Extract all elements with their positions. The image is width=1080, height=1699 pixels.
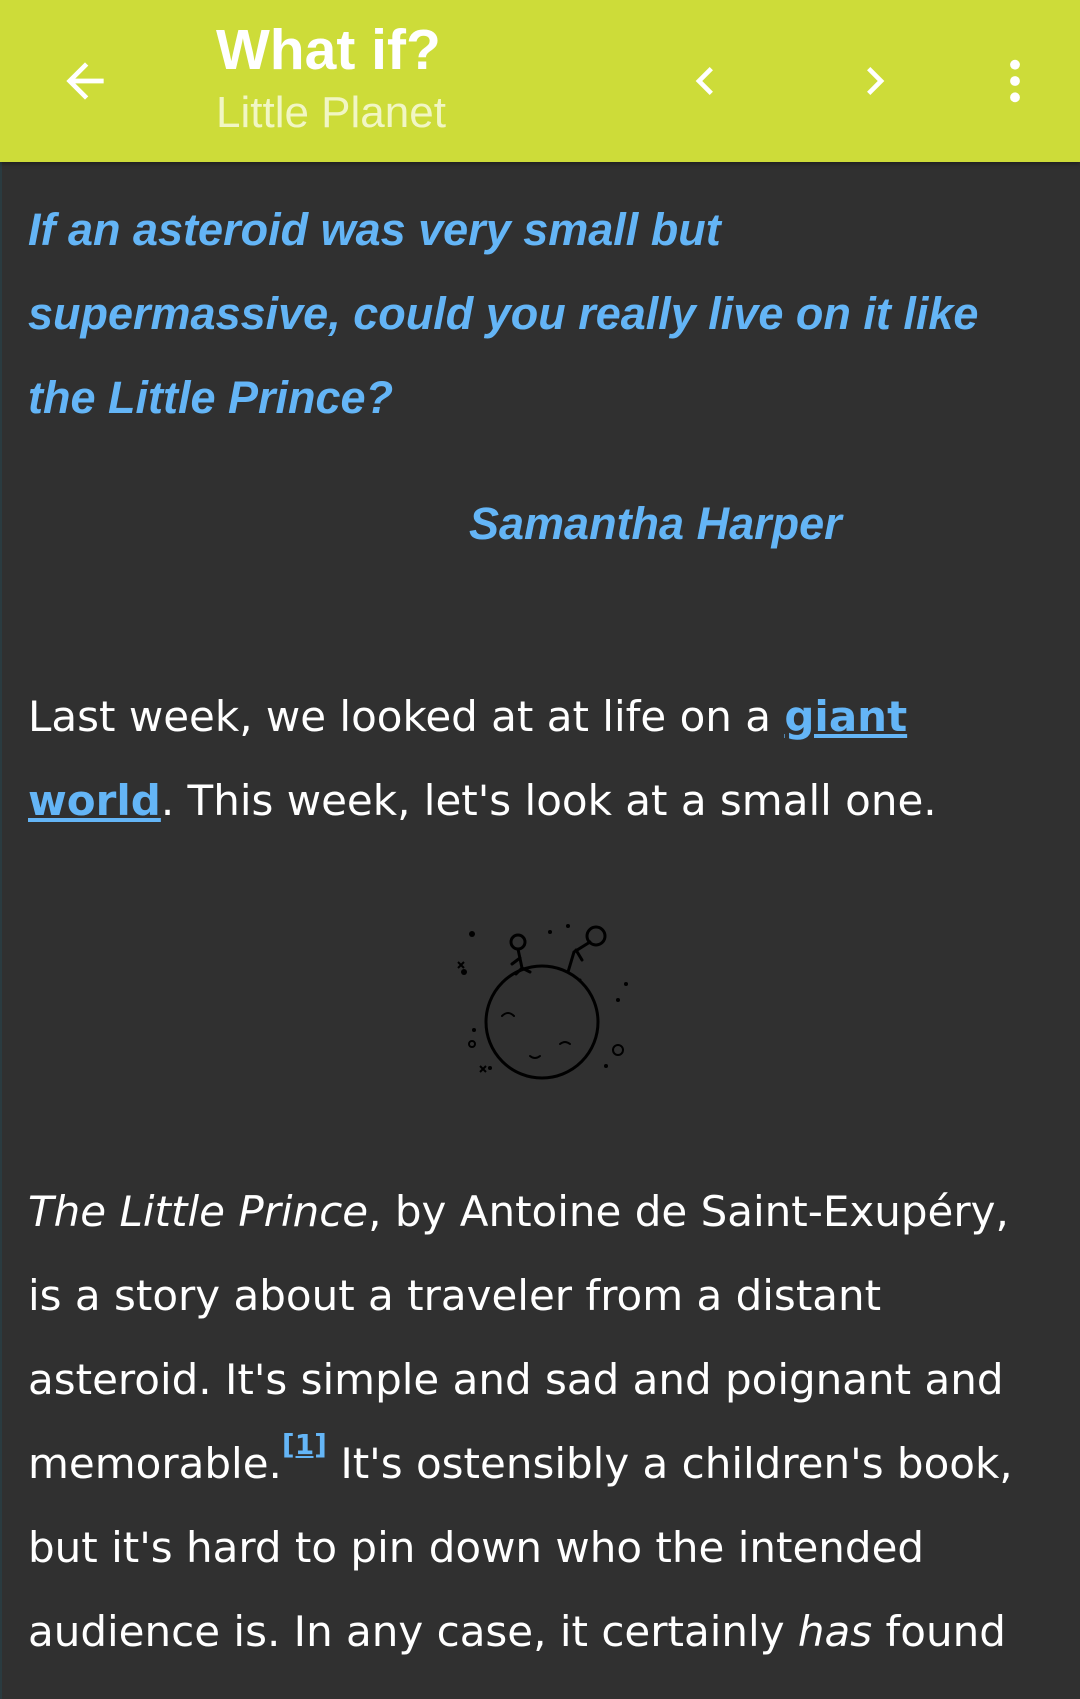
- body-paragraph: The Little Prince, by Antoine de Saint-E…: [28, 1170, 1048, 1674]
- more-vertical-icon: [1010, 59, 1020, 103]
- chevron-right-icon: [867, 67, 885, 95]
- body-text-3: found: [872, 1607, 1006, 1656]
- page-title: What if?: [216, 18, 441, 82]
- chevron-left-icon: [695, 67, 713, 95]
- title-block: What if? Little Planet: [216, 14, 446, 140]
- emphasis-text: has: [797, 1607, 873, 1656]
- app-bar: What if? Little Planet: [0, 0, 1080, 162]
- previous-article-button[interactable]: [650, 0, 760, 162]
- page-subtitle: Little Planet: [216, 88, 446, 137]
- intro-paragraph: Last week, we looked at at life on a gia…: [28, 675, 1048, 843]
- little-prince-asteroid-illustration: [457, 924, 628, 1080]
- overflow-menu-button[interactable]: [965, 0, 1065, 162]
- footnote-link[interactable]: [1]: [282, 1428, 327, 1461]
- article-content[interactable]: If an asteroid was very small but superm…: [0, 162, 1080, 1699]
- question-asker: Samantha Harper: [469, 498, 842, 549]
- article-question: If an asteroid was very small but superm…: [28, 204, 979, 423]
- arrow-left-icon: [66, 62, 104, 100]
- intro-text-before-link: Last week, we looked at at life on a: [28, 692, 785, 741]
- intro-text-after-link: . This week, let's look at a small one.: [160, 776, 937, 825]
- book-title: The Little Prince: [28, 1187, 369, 1236]
- back-button[interactable]: [30, 0, 140, 162]
- next-article-button[interactable]: [820, 0, 930, 162]
